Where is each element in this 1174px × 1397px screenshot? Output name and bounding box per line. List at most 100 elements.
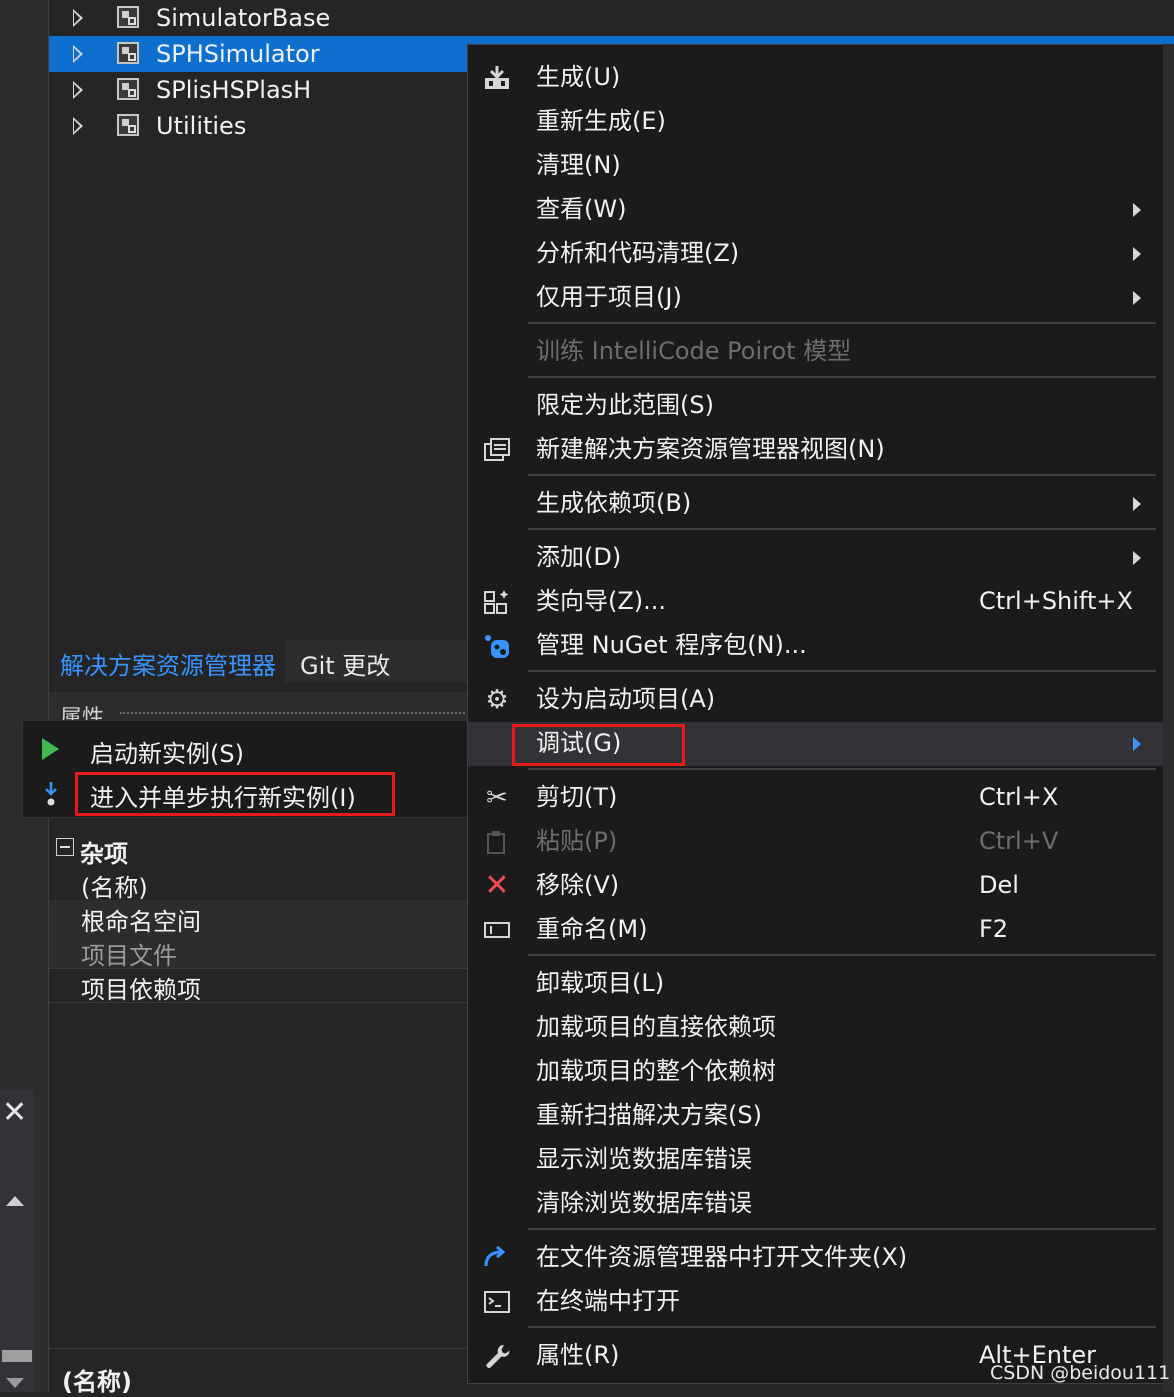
property-row[interactable]: 项目文件 bbox=[49, 934, 469, 970]
property-category: 杂项 bbox=[80, 840, 128, 868]
menu-item-add[interactable]: 添加(D) bbox=[468, 536, 1163, 580]
menu-item-label: 清除浏览数据库错误 bbox=[536, 1189, 752, 1217]
menu-separator bbox=[528, 1228, 1156, 1230]
menu-item-set-startup[interactable]: ⚙ 设为启动项目(A) bbox=[468, 678, 1163, 722]
tree-item-label: SPlisHSPlasH bbox=[156, 76, 312, 104]
menu-item-start-new-instance[interactable]: 启动新实例(S) bbox=[22, 728, 470, 772]
background-window-edge bbox=[1163, 44, 1174, 1392]
menu-item-label: 剪切(T) bbox=[536, 783, 618, 811]
expand-arrow-icon[interactable] bbox=[73, 45, 83, 63]
menu-item-scope-to-this[interactable]: 限定为此范围(S) bbox=[468, 384, 1163, 428]
highlight-box bbox=[512, 724, 685, 766]
submenu-arrow-icon bbox=[1133, 497, 1141, 511]
menu-item-analyze[interactable]: 分析和代码清理(Z) bbox=[468, 232, 1163, 276]
menu-item-open-in-terminal[interactable]: 在终端中打开 bbox=[468, 1280, 1163, 1324]
menu-item-label: 生成(U) bbox=[536, 63, 621, 91]
collapse-category-icon[interactable] bbox=[56, 838, 74, 856]
menu-item-label: 设为启动项目(A) bbox=[536, 685, 716, 713]
menu-item-shortcut: Ctrl+Shift+X bbox=[979, 587, 1133, 615]
open-folder-arrow-icon bbox=[484, 1245, 506, 1267]
scroll-up-icon[interactable] bbox=[6, 1196, 24, 1206]
new-window-icon bbox=[484, 438, 510, 461]
menu-item-show-browse-errors[interactable]: 显示浏览数据库错误 bbox=[468, 1138, 1163, 1182]
menu-item-clear-browse-errors[interactable]: 清除浏览数据库错误 bbox=[468, 1182, 1163, 1226]
expand-arrow-icon[interactable] bbox=[73, 9, 83, 27]
cpp-project-icon bbox=[117, 6, 139, 28]
menu-item-manage-nuget[interactable]: 管理 NuGet 程序包(N)... bbox=[468, 624, 1163, 668]
menu-item-label: 移除(V) bbox=[536, 871, 620, 899]
menu-item-open-in-explorer[interactable]: 在文件资源管理器中打开文件夹(X) bbox=[468, 1236, 1163, 1280]
properties-title: 属性 bbox=[60, 706, 105, 720]
rename-icon bbox=[484, 922, 510, 938]
cpp-project-icon bbox=[117, 114, 139, 136]
title-grip[interactable] bbox=[120, 712, 465, 714]
menu-item-build-dependencies[interactable]: 生成依赖项(B) bbox=[468, 482, 1163, 526]
expand-arrow-icon[interactable] bbox=[73, 117, 83, 135]
menu-item-label: 重新生成(E) bbox=[536, 107, 666, 135]
menu-item-unload[interactable]: 卸载项目(L) bbox=[468, 962, 1163, 1006]
tab-solution-explorer-label[interactable]: 解决方案资源管理器 bbox=[60, 646, 276, 681]
menu-item-rebuild[interactable]: 重新生成(E) bbox=[468, 100, 1163, 144]
scroll-down-icon[interactable] bbox=[6, 1378, 24, 1388]
menu-item-label: 管理 NuGet 程序包(N)... bbox=[536, 631, 807, 659]
menu-item-label: 生成依赖项(B) bbox=[536, 489, 692, 517]
menu-item-view[interactable]: 查看(W) bbox=[468, 188, 1163, 232]
menu-item-shortcut: Ctrl+X bbox=[979, 783, 1059, 811]
menu-item-label: 训练 IntelliCode Poirot 模型 bbox=[536, 337, 852, 365]
menu-item-shortcut: F2 bbox=[979, 915, 1009, 943]
menu-item-cut[interactable]: ✂ 剪切(T) Ctrl+X bbox=[468, 776, 1163, 820]
expand-arrow-icon[interactable] bbox=[73, 81, 83, 99]
highlight-box bbox=[75, 772, 395, 816]
class-wizard-icon bbox=[484, 590, 509, 614]
tab-git-changes[interactable]: Git 更改 bbox=[300, 646, 390, 681]
menu-separator bbox=[528, 954, 1156, 956]
menu-item-label: 启动新实例(S) bbox=[90, 740, 244, 768]
menu-item-paste: 粘贴(P) Ctrl+V bbox=[468, 820, 1163, 864]
menu-item-rescan[interactable]: 重新扫描解决方案(S) bbox=[468, 1094, 1163, 1138]
property-row[interactable]: 根命名空间 bbox=[49, 900, 469, 936]
cpp-project-icon bbox=[117, 42, 139, 64]
left-dock-panel bbox=[0, 1090, 34, 1392]
menu-separator bbox=[528, 376, 1156, 378]
property-name: 根命名空间 bbox=[81, 908, 201, 936]
property-row[interactable]: 项目依赖项 bbox=[49, 968, 469, 1004]
menu-item-new-view[interactable]: 新建解决方案资源管理器视图(N) bbox=[468, 428, 1163, 472]
menu-item-label: 显示浏览数据库错误 bbox=[536, 1145, 752, 1173]
menu-item-label: 类向导(Z)... bbox=[536, 587, 667, 615]
menu-item-label: 添加(D) bbox=[536, 543, 622, 571]
cpp-project-icon bbox=[117, 78, 139, 100]
menu-item-shortcut: Ctrl+V bbox=[979, 827, 1059, 855]
menu-item-label: 分析和代码清理(Z) bbox=[536, 239, 740, 267]
menu-item-shortcut: Del bbox=[979, 871, 1019, 899]
menu-separator bbox=[528, 670, 1156, 672]
menu-item-project-only[interactable]: 仅用于项目(J) bbox=[468, 276, 1163, 320]
menu-item-rename[interactable]: 重命名(M) F2 bbox=[468, 908, 1163, 952]
menu-item-label: 重新扫描解决方案(S) bbox=[536, 1101, 762, 1129]
menu-item-class-wizard[interactable]: 类向导(Z)... Ctrl+Shift+X bbox=[468, 580, 1163, 624]
submenu-arrow-icon bbox=[1133, 551, 1141, 565]
tree-item-simulatorbase[interactable]: SimulatorBase bbox=[49, 0, 1174, 36]
play-icon bbox=[42, 738, 59, 760]
menu-item-build[interactable]: 生成(U) bbox=[468, 56, 1163, 100]
menu-separator bbox=[528, 1326, 1156, 1328]
menu-separator bbox=[528, 528, 1156, 530]
menu-item-load-direct-deps[interactable]: 加载项目的直接依赖项 bbox=[468, 1006, 1163, 1050]
menu-item-label: 清理(N) bbox=[536, 151, 621, 179]
menu-item-label: 卸载项目(L) bbox=[536, 969, 665, 997]
menu-item-label: 重命名(M) bbox=[536, 915, 648, 943]
submenu-arrow-icon bbox=[1133, 291, 1141, 305]
menu-item-load-dep-tree[interactable]: 加载项目的整个依赖树 bbox=[468, 1050, 1163, 1094]
property-row[interactable]: (名称) bbox=[49, 866, 469, 902]
watermark: CSDN @beidou111 bbox=[990, 1362, 1171, 1384]
menu-item-remove[interactable]: ✕ 移除(V) Del bbox=[468, 864, 1163, 908]
properties-header bbox=[49, 692, 469, 722]
step-into-icon bbox=[45, 782, 57, 806]
nuget-icon bbox=[485, 635, 509, 658]
scrollbar-thumb[interactable] bbox=[2, 1350, 32, 1362]
menu-item-label: 在终端中打开 bbox=[536, 1287, 680, 1315]
menu-item-label: 粘贴(P) bbox=[536, 827, 618, 855]
scissors-icon: ✂ bbox=[486, 783, 508, 813]
close-icon[interactable]: ✕ bbox=[2, 1098, 27, 1128]
menu-item-clean[interactable]: 清理(N) bbox=[468, 144, 1163, 188]
submenu-arrow-icon bbox=[1133, 247, 1141, 261]
